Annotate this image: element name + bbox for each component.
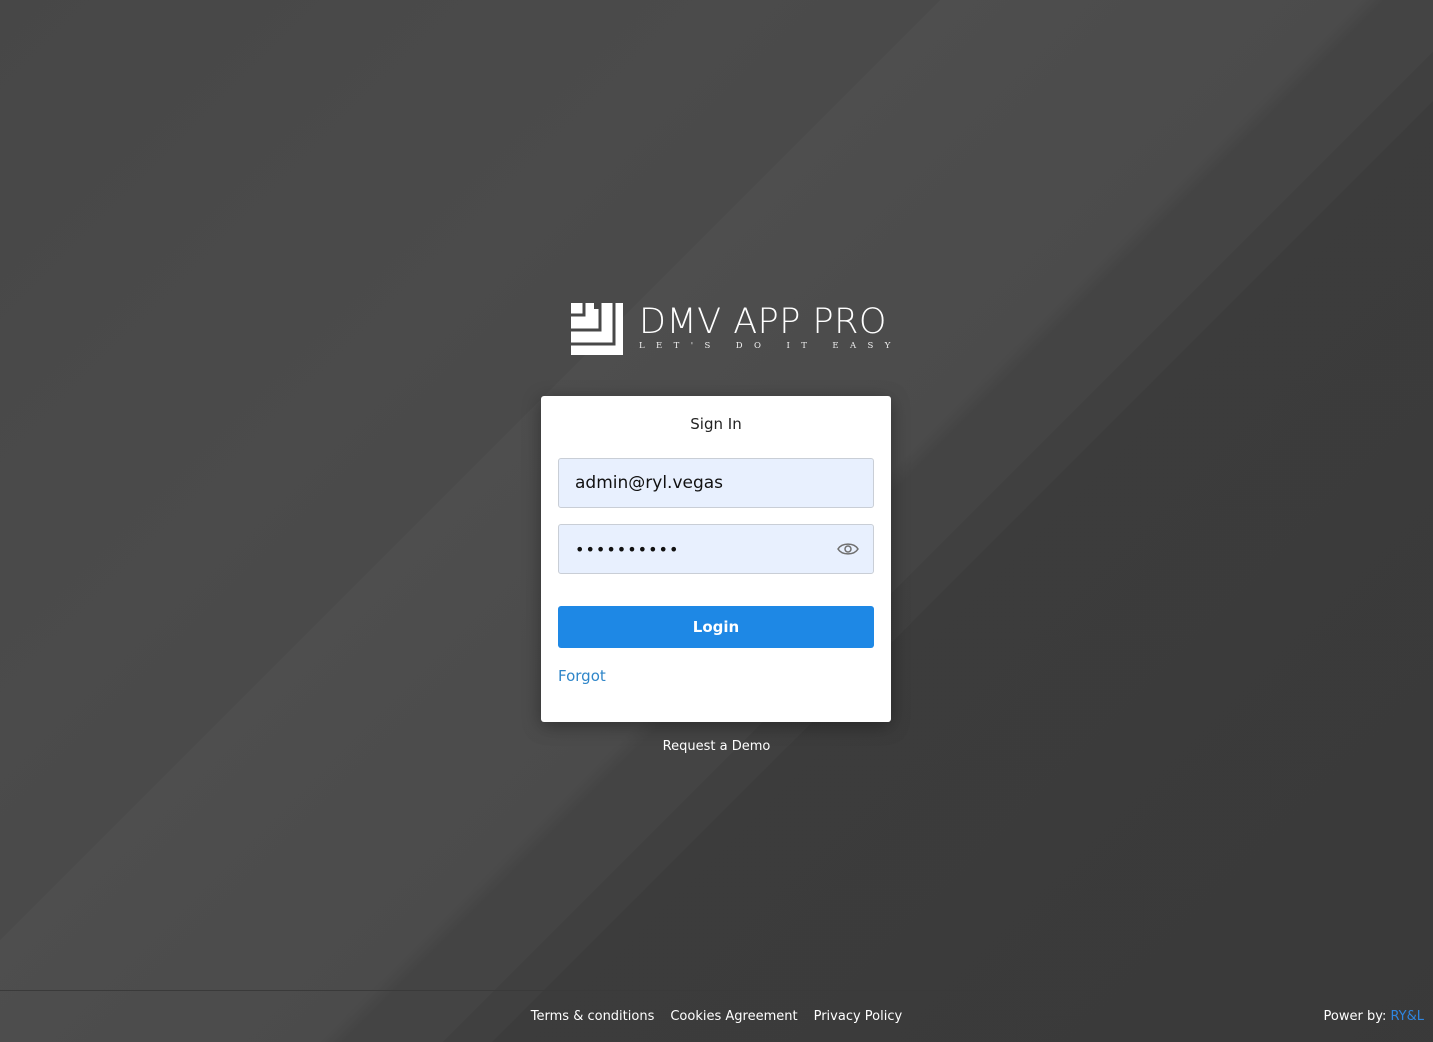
login-button[interactable]: Login (558, 606, 874, 648)
brand-logo: DMV APP PRO LET'S DO IT EASY (571, 303, 902, 355)
cookies-link[interactable]: Cookies Agreement (670, 1009, 797, 1024)
password-field-wrapper (558, 524, 874, 574)
brand-title: DMV APP PRO (639, 302, 887, 342)
eye-icon[interactable] (837, 541, 859, 557)
forgot-link[interactable]: Forgot (558, 667, 606, 685)
powered-by-brand-link[interactable]: RY&L (1390, 1009, 1424, 1024)
terms-link[interactable]: Terms & conditions (531, 1009, 655, 1024)
email-field[interactable] (575, 473, 835, 493)
password-field[interactable] (575, 539, 835, 559)
privacy-link[interactable]: Privacy Policy (814, 1009, 903, 1024)
brand-tagline: LET'S DO IT EASY (639, 341, 902, 351)
footer-links: Terms & conditions Cookies Agreement Pri… (0, 1009, 1433, 1024)
email-field-wrapper (558, 458, 874, 508)
request-demo-link[interactable]: Request a Demo (0, 739, 1433, 754)
footer: Terms & conditions Cookies Agreement Pri… (0, 990, 1433, 1042)
powered-by-label: Power by: (1323, 1009, 1391, 1024)
signin-heading: Sign In (690, 415, 742, 433)
powered-by: Power by: RY&L (1324, 1009, 1424, 1024)
stacked-squares-logo-icon (571, 303, 623, 355)
signin-card: Sign In Login Forgot (541, 396, 891, 722)
